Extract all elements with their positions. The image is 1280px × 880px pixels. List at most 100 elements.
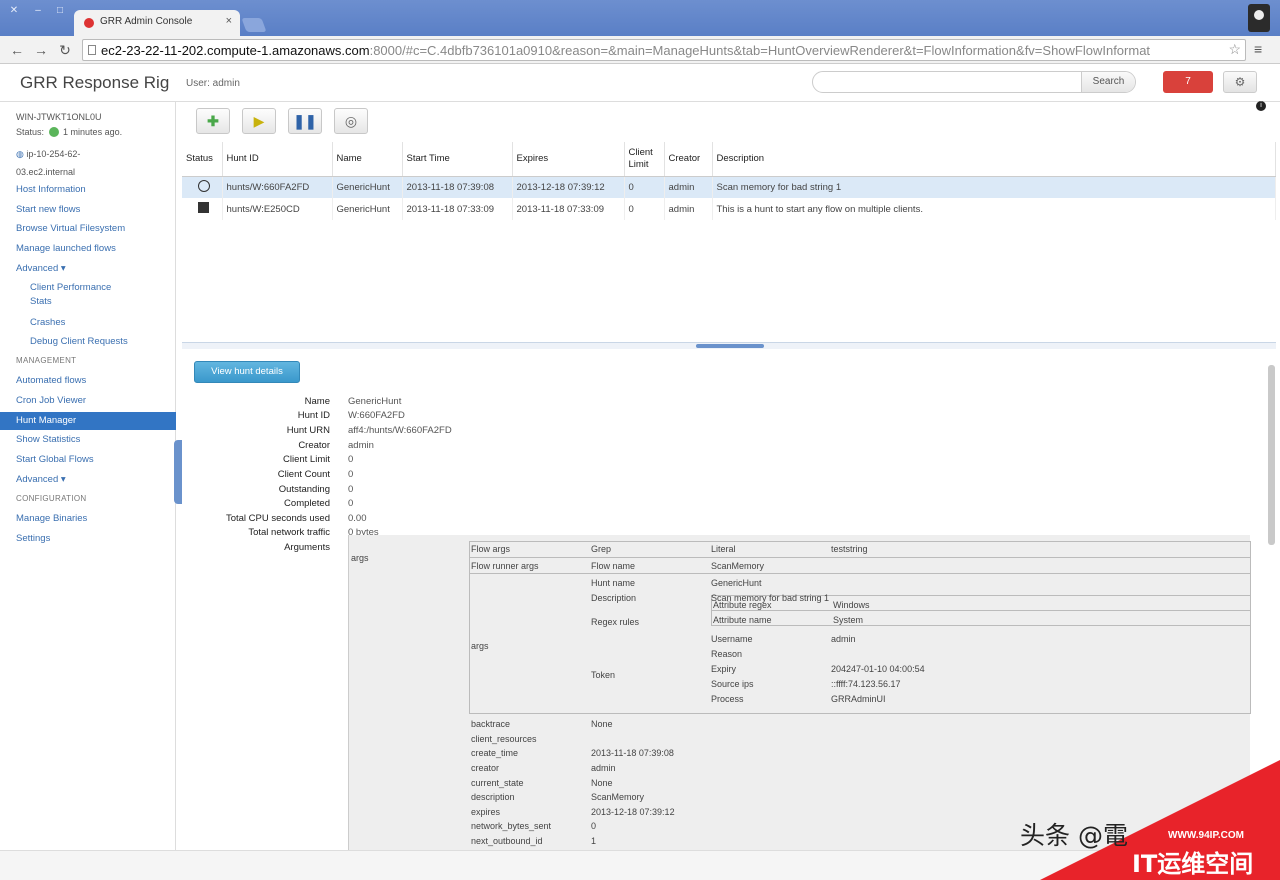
- detail-value: GenericHunt: [348, 396, 402, 407]
- detail-value: admin: [348, 440, 374, 451]
- client-host: ◍ ip-10-254-62-: [16, 149, 80, 160]
- pane-splitter[interactable]: [182, 342, 1276, 349]
- arg-key: backtrace: [471, 719, 511, 729]
- client-host-1: ip-10-254-62-: [26, 149, 81, 159]
- view-hunt-details-button[interactable]: View hunt details: [194, 361, 300, 383]
- creator-cell: admin: [664, 198, 713, 220]
- hunt-details-pane: View hunt details Name GenericHunt Hunt …: [182, 349, 1276, 850]
- col-hunt-id[interactable]: Hunt ID: [222, 142, 333, 177]
- status-ok-icon: [48, 127, 59, 137]
- detail-value: 0: [348, 454, 354, 465]
- forward-arrow-icon[interactable]: →: [32, 41, 50, 59]
- name-cell: GenericHunt: [332, 176, 403, 198]
- settings-button[interactable]: ⚙: [1223, 71, 1257, 93]
- sidebar-item-advanced[interactable]: Advanced ▾: [16, 263, 66, 274]
- browser-tab[interactable]: GRR Admin Console ×: [74, 10, 240, 36]
- sidebar-item-debug-client-requests[interactable]: Debug Client Requests: [30, 336, 128, 347]
- arg-key: network_bytes_sent: [471, 821, 552, 831]
- sidebar-item-manage-binaries[interactable]: Manage Binaries: [16, 513, 87, 524]
- sidebar-item-hunt-manager[interactable]: Hunt Manager: [0, 412, 176, 430]
- arg-val: 0: [591, 821, 597, 831]
- arg-key: Flow args: [471, 544, 511, 554]
- address-bar[interactable]: ec2-23-22-11-202.compute-1.amazonaws.com…: [82, 39, 1246, 61]
- sidebar-item-manage-launched-flows[interactable]: Manage launched flows: [16, 243, 116, 254]
- sidebar-item-show-statistics[interactable]: Show Statistics: [16, 434, 80, 445]
- sidebar-item-advanced-management[interactable]: Advanced ▾: [16, 474, 66, 485]
- sidebar-item-start-new-flows[interactable]: Start new flows: [16, 204, 80, 215]
- sidebar-item-start-global-flows[interactable]: Start Global Flows: [16, 454, 94, 465]
- watermark-text: 头条 @電: [1020, 821, 1128, 850]
- watermark-brand: IT运维空间: [1132, 850, 1254, 878]
- arg-key: Flow runner args: [471, 561, 539, 571]
- notifications-button[interactable]: 7: [1163, 71, 1213, 93]
- client-name: WIN-JTWKT1ONL0U: [16, 112, 102, 122]
- url-path: :8000/#c=C.4dbfb736101a0910&reason=&main…: [369, 43, 1151, 58]
- table-row[interactable]: hunts/W:E250CD GenericHunt 2013-11-18 07…: [182, 198, 1276, 220]
- sidebar-item-settings[interactable]: Settings: [16, 533, 50, 544]
- search-input[interactable]: Search: [812, 71, 1136, 93]
- table-border: [469, 573, 1251, 574]
- detail-key: Hunt ID: [297, 410, 330, 421]
- search-button[interactable]: Search: [1081, 72, 1135, 92]
- watermark-url: WWW.94IP.COM: [1168, 830, 1244, 841]
- close-window-icon[interactable]: ✕: [8, 5, 20, 17]
- play-icon: ▶: [253, 113, 265, 129]
- brand-title[interactable]: GRR Response Rig: [20, 73, 169, 93]
- sidebar-item-cron-job-viewer[interactable]: Cron Job Viewer: [16, 395, 86, 406]
- arg-val: 2013-12-18 07:39:12: [591, 807, 675, 817]
- profile-icon[interactable]: [1248, 4, 1270, 32]
- bookmark-star-icon[interactable]: ☆: [1228, 41, 1241, 58]
- plus-icon: ✚: [207, 113, 219, 129]
- sidebar-resize-handle[interactable]: [174, 440, 182, 504]
- arg-val: None: [591, 778, 613, 788]
- configuration-heading: CONFIGURATION: [16, 494, 87, 503]
- maximize-window-icon[interactable]: □: [54, 5, 66, 17]
- limit-cell: 0: [624, 176, 665, 198]
- browser-menu-icon[interactable]: ≡: [1254, 42, 1268, 56]
- col-expires[interactable]: Expires: [512, 142, 625, 177]
- new-tab-button[interactable]: [241, 18, 267, 32]
- arg-val: ScanMemory: [711, 561, 765, 571]
- limit-cell: 0: [624, 198, 665, 220]
- start-cell: 2013-11-18 07:39:08: [402, 176, 513, 198]
- tab-close-icon[interactable]: ×: [226, 15, 232, 27]
- status-cell: [182, 176, 223, 198]
- hunt-id-cell: hunts/W:E250CD: [222, 198, 333, 220]
- arg-key: Description: [591, 593, 637, 603]
- detail-key: Completed: [284, 498, 330, 509]
- sidebar-item-client-performance[interactable]: Client Performance: [30, 282, 111, 293]
- reload-icon[interactable]: ↻: [56, 41, 74, 59]
- sidebar-item-browse-vfs[interactable]: Browse Virtual Filesystem: [16, 223, 125, 234]
- main-content: ✚ ▶ ❚❚ ◎ Status Hunt ID Name Start Time …: [182, 102, 1276, 850]
- status-cell: [182, 198, 223, 220]
- client-host-2: 03.ec2.internal: [16, 167, 76, 177]
- table-row[interactable]: hunts/W:660FA2FD GenericHunt 2013-11-18 …: [182, 176, 1276, 198]
- detail-key: Outstanding: [278, 484, 330, 495]
- browser-tabbar: ✕ – □ GRR Admin Console ×: [0, 0, 1280, 36]
- col-description[interactable]: Description: [712, 142, 1276, 177]
- col-status[interactable]: Status: [182, 142, 223, 177]
- new-hunt-button[interactable]: ✚: [196, 108, 230, 134]
- arg-key: Attribute regex: [713, 600, 772, 610]
- sidebar: WIN-JTWKT1ONL0U Status: 1 minutes ago. ◍…: [0, 102, 176, 850]
- splitter-grip[interactable]: [696, 344, 764, 348]
- col-creator[interactable]: Creator: [664, 142, 713, 177]
- run-hunt-button[interactable]: ▶: [242, 108, 276, 134]
- back-arrow-icon[interactable]: ←: [8, 41, 26, 59]
- col-client-limit[interactable]: Client Limit: [624, 142, 665, 177]
- modify-hunt-button[interactable]: ◎: [334, 108, 368, 134]
- arg-key: current_state: [471, 778, 524, 788]
- col-name[interactable]: Name: [332, 142, 403, 177]
- sidebar-item-automated-flows[interactable]: Automated flows: [16, 375, 86, 386]
- pause-hunt-button[interactable]: ❚❚: [288, 108, 322, 134]
- minimize-window-icon[interactable]: –: [32, 5, 44, 17]
- arg-val: System: [833, 615, 864, 625]
- sidebar-item-host-information[interactable]: Host Information: [16, 184, 86, 195]
- arg-key: Username: [711, 634, 753, 644]
- details-scrollbar[interactable]: [1268, 365, 1275, 545]
- col-start-time[interactable]: Start Time: [402, 142, 513, 177]
- sidebar-item-stats[interactable]: Stats: [30, 296, 52, 307]
- detail-value: W:660FA2FD: [348, 410, 405, 421]
- detail-key: Total CPU seconds used: [225, 513, 330, 524]
- sidebar-item-crashes[interactable]: Crashes: [30, 317, 65, 328]
